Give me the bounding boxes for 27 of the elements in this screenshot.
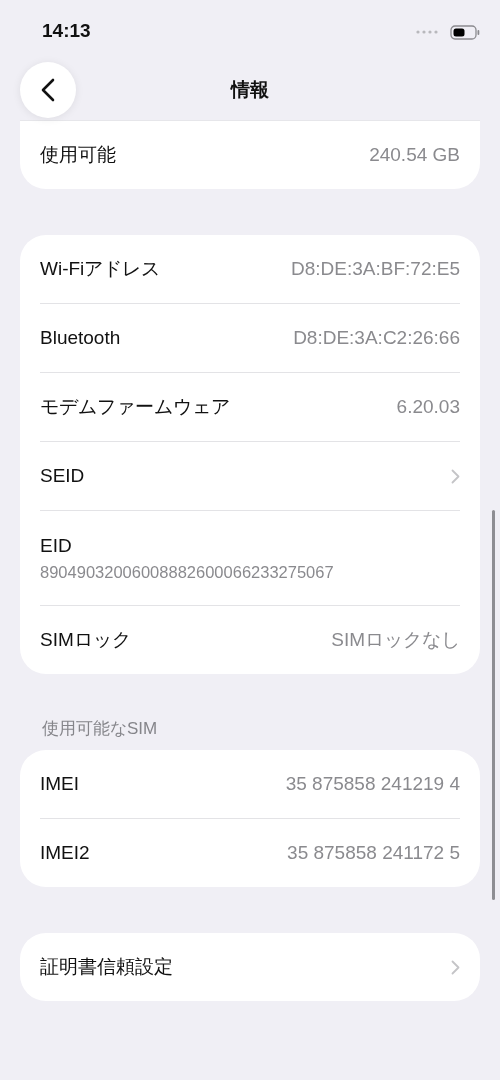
row-value: 240.54 GB	[369, 144, 460, 166]
section-header: 使用可能なSIM	[41, 718, 159, 740]
row-label: IMEI2	[40, 842, 90, 864]
row-label: モデムファームウェア	[40, 395, 230, 419]
row-label: 使用可能	[40, 143, 116, 167]
status-time: 14:13	[42, 20, 92, 42]
row-label: Wi-Fiアドレス	[40, 257, 161, 281]
row-value: D8:DE:3A:C2:26:66	[293, 327, 460, 349]
back-button[interactable]	[20, 62, 76, 118]
row-label: SIMロック	[40, 628, 131, 652]
row-value: D8:DE:3A:BF:72:E5	[291, 258, 460, 280]
row-value: 89049032006008882600066233275067	[40, 562, 334, 582]
battery-icon	[450, 24, 480, 40]
row-label: EID	[40, 534, 72, 557]
row-link[interactable]: SEID	[40, 442, 460, 511]
row-label: IMEI	[40, 773, 80, 795]
nav-title: 情報	[231, 78, 269, 102]
row-value: 6.20.03	[396, 396, 460, 418]
chevron-icon	[451, 468, 460, 484]
row-value: 35 875858 241219 4	[285, 773, 460, 795]
row-label: Bluetooth	[40, 327, 121, 349]
back-icon	[41, 78, 55, 102]
row-link[interactable]: 証明書信頼設定	[40, 933, 460, 1001]
row-value: SIMロックなし	[331, 628, 460, 652]
row-value: 35 875858 241172 5	[287, 842, 460, 864]
signal-dots-icon	[416, 30, 438, 34]
chevron-icon	[451, 959, 460, 975]
